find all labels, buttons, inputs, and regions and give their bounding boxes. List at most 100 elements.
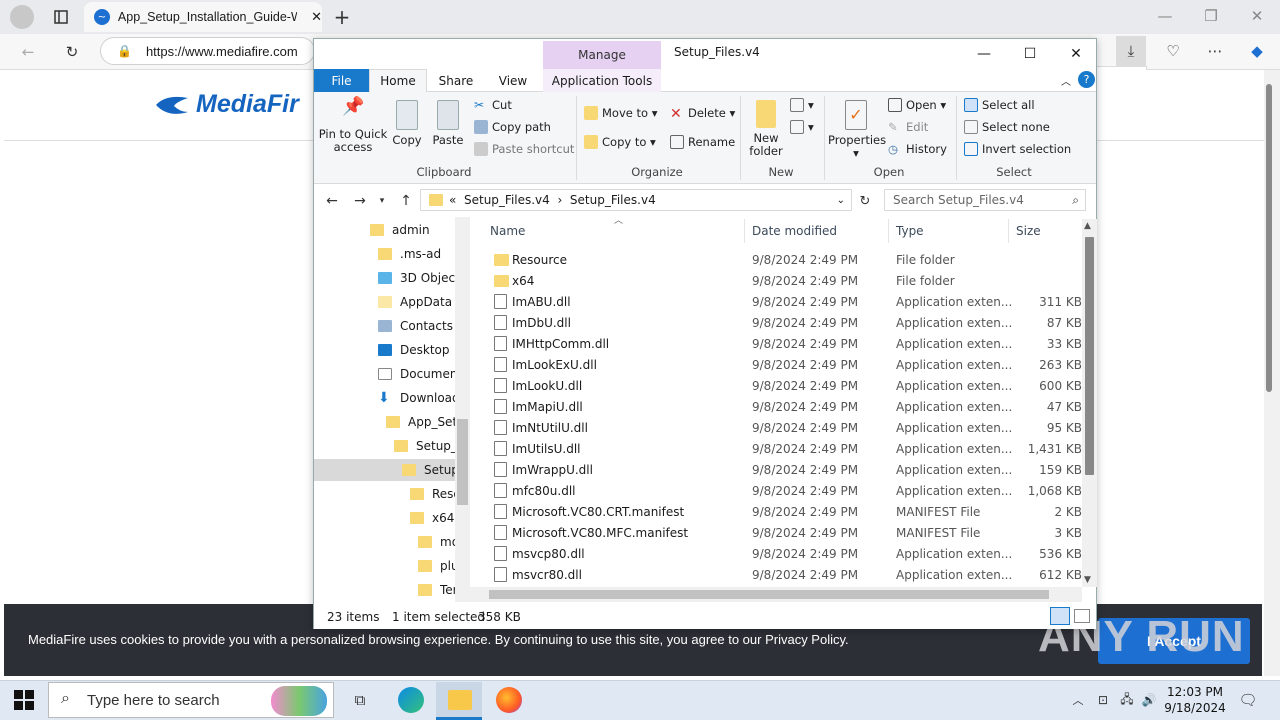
notifications-icon[interactable]: 🗨 [1238,690,1258,710]
column-name[interactable]: Name [490,224,525,238]
copy-path-button[interactable]: Copy path [474,120,551,134]
close-icon[interactable]: ✕ [1053,39,1099,69]
open-button[interactable]: Open ▾ [888,98,946,112]
file-row[interactable]: ImABU.dll 9/8/2024 2:49 PM Application ext… [484,291,1082,312]
help-icon[interactable]: ? [1078,71,1095,88]
nav-pane-scrollbar-thumb[interactable] [457,419,468,505]
firefox-taskbar-icon[interactable] [496,687,522,713]
volume-icon[interactable]: 🔊 [1140,690,1158,710]
tab-share[interactable]: Share [431,69,481,92]
edit-button[interactable]: ✎ Edit [888,120,928,134]
details-view-icon[interactable] [1050,607,1070,625]
browser-essentials-icon[interactable]: ♡ [1160,38,1186,64]
path-separator-icon[interactable]: › [557,193,562,207]
tree-item[interactable]: ⬇ Downloads [378,387,466,409]
recent-locations-icon[interactable]: ▾ [376,191,388,211]
file-row[interactable]: Microsoft.VC80.CRT.manifest 9/8/2024 2:49… [484,501,1082,522]
search-input[interactable]: Search Setup_Files.v4 ⌕ [884,189,1086,211]
file-row[interactable]: ImWrappU.dll 9/8/2024 2:49 PM Application … [484,459,1082,480]
browser-tab[interactable]: ~ App_Setup_Installation_Guide-W ✕ [84,2,322,32]
refresh-icon[interactable]: ↻ [856,191,874,211]
tab-view[interactable]: View [486,69,540,92]
tree-item[interactable]: mo [418,531,459,553]
column-separator[interactable] [1008,219,1009,243]
edge-taskbar-icon[interactable] [398,687,424,713]
tree-item[interactable]: Contacts [378,315,453,337]
close-tab-icon[interactable]: ✕ [311,10,322,25]
file-list-scrollbar-thumb[interactable] [1085,237,1094,475]
meet-now-icon[interactable]: ⊡ [1094,690,1112,710]
scroll-up-icon[interactable]: ▲ [1084,221,1091,231]
large-icons-view-icon[interactable] [1074,609,1090,623]
nav-pane-scrollbar[interactable] [455,217,470,602]
new-tab-icon[interactable]: + [330,5,354,29]
properties-button[interactable]: ✓ Properties ▾ [828,100,886,160]
file-row[interactable]: IMHttpComm.dll 9/8/2024 2:49 PM Applicatio… [484,333,1082,354]
file-row[interactable]: ImNtUtilU.dll 9/8/2024 2:49 PM Application… [484,417,1082,438]
path-dropdown-icon[interactable]: ⌄ [837,195,845,206]
tab-home[interactable]: Home [369,69,427,92]
maximize-icon[interactable]: ☐ [1007,39,1053,69]
tree-item[interactable]: plu [418,555,459,577]
column-size[interactable]: Size [1016,224,1041,238]
file-row[interactable]: mfc80u.dll 9/8/2024 2:49 PM Application ex… [484,480,1082,501]
path-overflow[interactable]: « [449,193,456,207]
column-date-modified[interactable]: Date modified [752,224,837,238]
tree-item[interactable]: Desktop [378,339,450,361]
pin-to-quick-access-button[interactable]: 📌 Pin to Quick access [318,98,388,154]
tree-item[interactable]: .ms-ad [378,243,441,265]
copy-to-button[interactable]: Copy to ▾ [584,135,656,149]
column-separator[interactable] [744,219,745,243]
copilot-icon[interactable]: ◆ [1244,38,1270,64]
manage-context-tab[interactable]: Manage [543,41,661,69]
paste-shortcut-button[interactable]: Paste shortcut [474,142,574,156]
close-browser-icon[interactable]: ✕ [1244,5,1270,27]
tree-item[interactable]: Reso [410,483,461,505]
file-row[interactable]: msvcr80.dll 9/8/2024 2:49 PM Application e… [484,564,1082,585]
scroll-down-icon[interactable]: ▼ [1084,575,1091,585]
new-folder-button[interactable]: New folder [746,100,786,158]
select-all-button[interactable]: Select all [964,98,1035,112]
tree-item-selected[interactable]: Setup [314,459,459,481]
taskbar-clock[interactable]: 12:03 PM 9/18/2024 [1162,684,1228,716]
new-item-button[interactable]: ▾ [790,98,814,112]
tree-item[interactable]: x64 [410,507,454,529]
page-scrollbar-thumb[interactable] [1266,84,1272,392]
minimize-icon[interactable]: — [961,39,1007,69]
profile-avatar-icon[interactable] [10,5,34,29]
task-view-icon[interactable]: ⧉ [348,688,372,712]
network-icon[interactable]: 🖧 [1118,690,1136,710]
tree-item[interactable]: AppData [378,291,452,313]
invert-selection-button[interactable]: Invert selection [964,142,1071,156]
tab-file[interactable]: File [314,69,369,92]
windows-start-icon[interactable] [14,690,34,710]
tab-actions-icon[interactable] [50,6,72,28]
tree-item[interactable]: Ter [418,579,458,601]
downloads-icon[interactable]: ⤓ [1116,36,1146,66]
file-row[interactable]: Resource 9/8/2024 2:49 PM File folder [484,249,1082,270]
file-row[interactable]: ImUtilsU.dll 9/8/2024 2:49 PM Application … [484,438,1082,459]
file-row[interactable]: ImMapiU.dll 9/8/2024 2:49 PM Application e… [484,396,1082,417]
collapse-ribbon-icon[interactable]: ︿ [1058,69,1074,92]
column-type[interactable]: Type [896,224,924,238]
address-path[interactable]: « Setup_Files.v4 › Setup_Files.v4 ⌄ [420,189,852,211]
horizontal-scrollbar-thumb[interactable] [489,590,1049,599]
refresh-icon[interactable]: ↻ [60,40,84,64]
file-row[interactable]: Microsoft.VC80.MFC.manifest 9/8/2024 2:49… [484,522,1082,543]
rename-button[interactable]: Rename [670,135,735,149]
more-menu-icon[interactable]: ⋯ [1202,38,1228,64]
tree-item[interactable]: admin [370,219,430,241]
up-icon[interactable]: ↑ [396,191,416,211]
column-separator[interactable] [888,219,889,243]
back-icon[interactable]: ← [16,40,40,64]
restore-browser-icon[interactable]: ❐ [1198,5,1224,27]
minimize-browser-icon[interactable]: — [1152,5,1178,27]
forward-icon[interactable]: → [350,191,370,211]
tree-item[interactable]: Setup_F [394,435,464,457]
paste-button[interactable]: Paste [430,100,466,147]
delete-button[interactable]: ✕ Delete ▾ [670,106,735,122]
show-hidden-icons-icon[interactable]: ︿ [1070,690,1086,710]
copy-button[interactable]: Copy [390,100,424,147]
file-row[interactable]: ImLookExU.dll 9/8/2024 2:49 PM Application… [484,354,1082,375]
file-row[interactable]: ImLookU.dll 9/8/2024 2:49 PM Application e… [484,375,1082,396]
